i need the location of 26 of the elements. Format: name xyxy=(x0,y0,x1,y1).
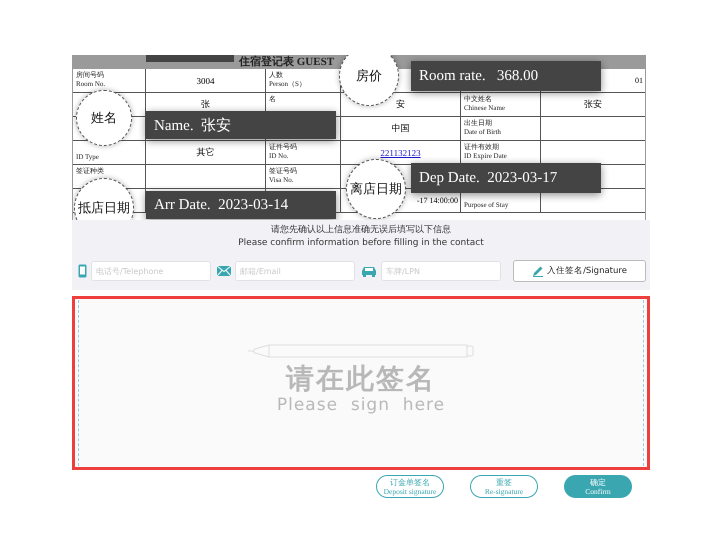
sign-here-subtitle: Please sign here xyxy=(276,396,446,414)
notice-text: Please confirm information before filling in the contact xyxy=(237,237,485,250)
callout-label: Arr Date. 2023-03-14 xyxy=(146,191,336,219)
envelope-icon xyxy=(217,266,231,276)
notice-text: 请您先确认以上信息准确无误后填写以下信息 xyxy=(270,224,452,237)
field-value: 张安 xyxy=(584,98,602,111)
callout-label: Dep Date. 2023-03-17 xyxy=(411,163,601,193)
callout-label: Room rate. 368.00 xyxy=(411,61,601,91)
field-value: 01 xyxy=(635,76,643,85)
field-value: 中国 xyxy=(392,122,410,135)
signature-pad[interactable]: 请在此签名 Please sign here xyxy=(72,296,650,470)
sign-here-title: 请在此签名 xyxy=(286,362,436,396)
callout-label: Name. 张安 xyxy=(146,111,336,139)
car-icon xyxy=(361,266,377,276)
field-value: -17 14:00:00 xyxy=(416,196,458,205)
field-value: 张 xyxy=(201,98,210,111)
callout-circle: 离店日期 xyxy=(346,159,406,219)
form-title: 住宿登记表 GUEST xyxy=(239,56,334,68)
callout-circle: 姓名 xyxy=(76,90,132,146)
callout-circle: 抵店日期 xyxy=(74,178,134,220)
field-value: 3004 xyxy=(196,76,214,86)
field-value: 其它 xyxy=(196,146,214,159)
id-number-link[interactable]: 221132123 xyxy=(380,148,421,158)
phone-icon xyxy=(78,264,87,278)
pencil-icon xyxy=(532,265,544,277)
signature-button[interactable]: 入住签名/Signature xyxy=(513,260,646,282)
